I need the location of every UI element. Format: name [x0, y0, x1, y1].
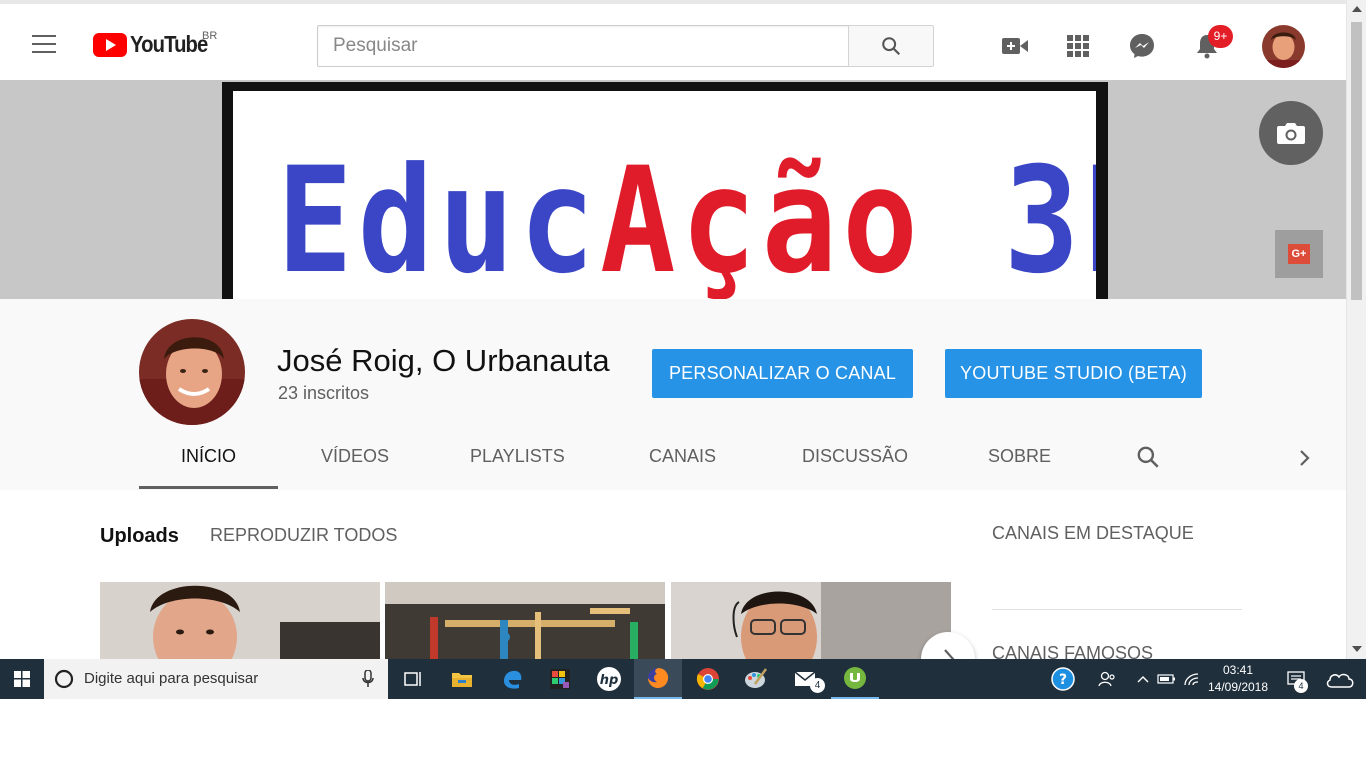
- youtube-logo[interactable]: YouTube BR: [93, 30, 218, 58]
- account-avatar[interactable]: [1262, 25, 1305, 68]
- photo-app-icon[interactable]: [536, 659, 584, 699]
- task-view-icon[interactable]: [389, 659, 437, 699]
- youtube-play-icon: [93, 32, 127, 57]
- youtube-studio-button[interactable]: YOUTUBE STUDIO (BETA): [945, 349, 1202, 398]
- featured-channels-title: CANAIS EM DESTAQUE: [992, 523, 1194, 543]
- search-input[interactable]: Pesquisar: [317, 25, 849, 67]
- country-code: BR: [202, 30, 218, 42]
- youtube-header: YouTube BR Pesquisar 9+: [0, 0, 1346, 80]
- banner-logo-text: EducAção 3D: [277, 148, 1096, 294]
- taskbar-search-box[interactable]: Digite aqui para pesquisar: [44, 659, 388, 699]
- play-all-link[interactable]: REPRODUZIR TODOS: [210, 525, 397, 546]
- taskbar-search-placeholder: Digite aqui para pesquisar: [84, 670, 259, 687]
- google-plus-icon: G+: [1288, 244, 1310, 264]
- firefox-icon[interactable]: [634, 659, 682, 699]
- tab-about[interactable]: SOBRE: [988, 446, 1051, 467]
- edge-browser-icon[interactable]: [488, 659, 536, 699]
- camera-icon: [1277, 123, 1305, 144]
- chrome-icon[interactable]: [684, 659, 732, 699]
- tab-home[interactable]: INÍCIO: [181, 446, 236, 467]
- sidebar-divider: [992, 609, 1242, 610]
- video-thumbnail[interactable]: [100, 582, 380, 662]
- google-plus-link[interactable]: G+: [1275, 230, 1323, 278]
- clock-time: 03:41: [1222, 663, 1254, 677]
- windows-logo-icon: [14, 671, 30, 687]
- active-tab-indicator: [139, 486, 278, 489]
- banner-art: EducAção 3D: [222, 82, 1108, 299]
- tab-channels[interactable]: CANAIS: [649, 446, 716, 467]
- browser-viewport: YouTube BR Pesquisar 9+ EducAção 3D: [0, 0, 1366, 700]
- messages-icon[interactable]: [1128, 32, 1156, 60]
- menu-icon[interactable]: [32, 35, 56, 53]
- people-icon[interactable]: [1095, 667, 1119, 691]
- channel-search-icon[interactable]: [1135, 444, 1161, 475]
- video-thumbnail[interactable]: [385, 582, 665, 662]
- cortana-icon: [54, 669, 74, 689]
- tab-videos[interactable]: VÍDEOS: [321, 446, 389, 467]
- tab-playlists[interactable]: PLAYLISTS: [470, 446, 565, 467]
- mail-unread-badge: 4: [810, 678, 825, 693]
- page-scrollbar[interactable]: [1346, 0, 1366, 660]
- create-video-icon[interactable]: [1001, 32, 1029, 60]
- banner-text-educ: Educ: [277, 136, 601, 299]
- svg-text:?: ?: [1059, 672, 1067, 688]
- clock-date: 14/09/2018: [1207, 680, 1269, 694]
- action-center-badge: 4: [1294, 679, 1308, 693]
- notification-count-badge: 9+: [1208, 25, 1233, 48]
- search-button[interactable]: [848, 25, 934, 67]
- banner-text-acao: Ação: [600, 136, 924, 299]
- logo-text: YouTube: [130, 31, 208, 57]
- scrollbar-thumb[interactable]: [1351, 22, 1362, 300]
- channel-content: Uploads REPRODUZIR TODOS CANAIS EM DESTA…: [0, 490, 1346, 686]
- scroll-down-arrow-icon[interactable]: [1352, 646, 1362, 652]
- onedrive-cloud-icon[interactable]: [1324, 667, 1356, 691]
- tabs-next-chevron-icon[interactable]: [1298, 448, 1312, 473]
- microphone-icon[interactable]: [362, 670, 374, 688]
- tab-discussion[interactable]: DISCUSSÃO: [802, 446, 908, 467]
- channel-avatar: [139, 319, 245, 425]
- file-explorer-icon[interactable]: [438, 659, 486, 699]
- taskbar-clock[interactable]: 03:41 14/09/2018: [1200, 662, 1276, 696]
- video-thumbnail[interactable]: [671, 582, 951, 662]
- paint-app-icon[interactable]: [732, 659, 780, 699]
- search-icon: [882, 37, 901, 56]
- channel-header: José Roig, O Urbanauta 23 inscritos PERS…: [0, 299, 1346, 490]
- scroll-up-arrow-icon[interactable]: [1352, 6, 1362, 12]
- channel-name: José Roig, O Urbanauta: [277, 343, 610, 378]
- mail-icon[interactable]: 4: [782, 659, 830, 699]
- battery-icon[interactable]: [1155, 667, 1179, 691]
- channel-banner: EducAção 3D G+: [0, 80, 1346, 299]
- hp-app-icon[interactable]: hp: [585, 659, 633, 699]
- svg-text:hp: hp: [600, 673, 619, 688]
- utorrent-icon[interactable]: [831, 659, 879, 699]
- action-center-icon[interactable]: 4: [1284, 667, 1308, 693]
- windows-taskbar: Digite aqui para pesquisar hp 4 ? 03:41 …: [0, 659, 1366, 699]
- start-button[interactable]: [0, 659, 44, 699]
- banner-text-3d: 3D: [1003, 136, 1096, 299]
- subscriber-count: 23 inscritos: [278, 383, 370, 403]
- show-hidden-icons-chevron-icon[interactable]: [1131, 667, 1155, 691]
- help-icon[interactable]: ?: [1051, 667, 1075, 691]
- customize-channel-button[interactable]: PERSONALIZAR O CANAL: [652, 349, 913, 398]
- edit-banner-camera-button[interactable]: [1259, 101, 1323, 165]
- uploads-title[interactable]: Uploads: [100, 525, 179, 548]
- apps-grid-icon[interactable]: [1064, 32, 1092, 60]
